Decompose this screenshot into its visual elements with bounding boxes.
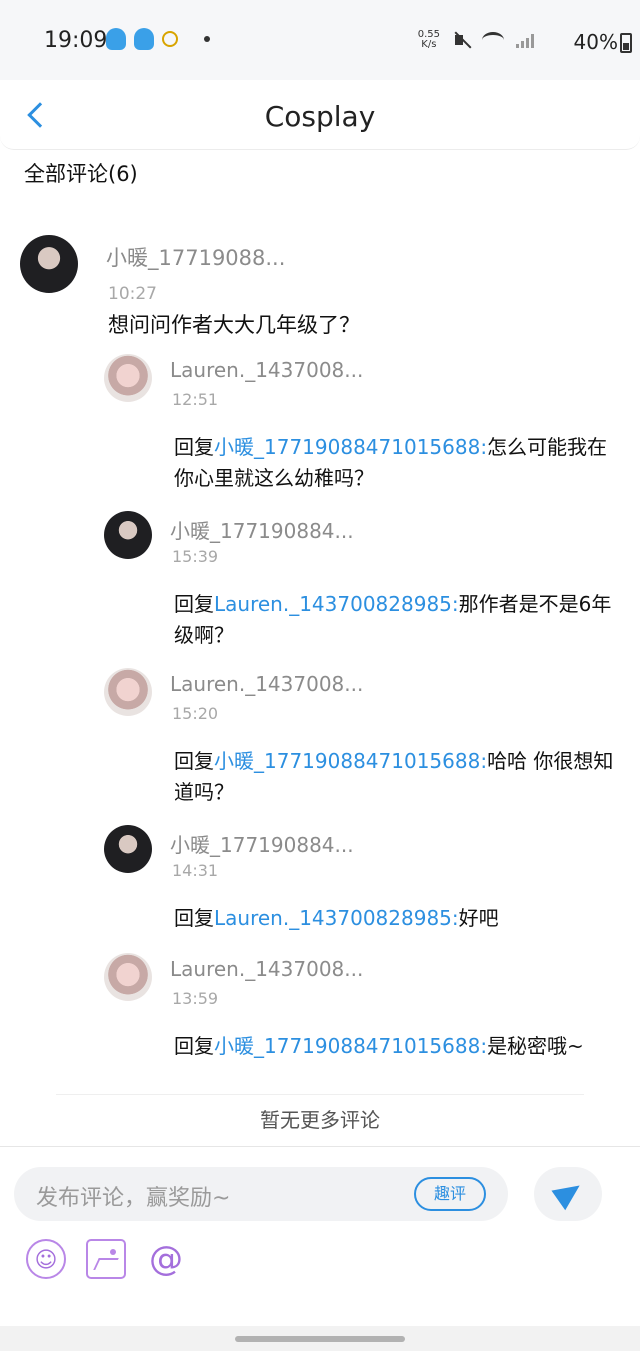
avatar[interactable]: [104, 825, 152, 873]
reply-author[interactable]: Lauren._1437008...: [170, 957, 363, 981]
header: Cosplay: [0, 80, 640, 150]
weibo-icon: [162, 31, 178, 47]
battery-percentage: 40%: [573, 30, 618, 54]
comment-composer: 发布评论，赢奖励~ 趣评 ☺ @: [0, 1146, 640, 1326]
reply-author[interactable]: Lauren._1437008...: [170, 358, 363, 382]
no-more-comments: 暂无更多评论: [260, 1108, 380, 1132]
comment-author[interactable]: 小暖_17719088...: [106, 242, 285, 272]
list-divider: [56, 1094, 584, 1095]
system-status-icons: 0.55 K/s: [418, 30, 534, 50]
comment-time: 10:27: [108, 284, 157, 304]
signal-icon: [516, 32, 534, 48]
reply-comment[interactable]: Lauren._1437008... 13:59 回复小暖_1771908847…: [0, 951, 640, 1071]
reply-prefix: 回复: [174, 435, 214, 459]
quick-reply-button[interactable]: 趣评: [414, 1177, 486, 1211]
reply-comment[interactable]: Lauren._1437008... 15:20 回复小暖_1771908847…: [0, 666, 640, 823]
battery-icon: [620, 33, 632, 53]
avatar[interactable]: [104, 668, 152, 716]
reply-comment[interactable]: 小暖_177190884... 15:39 回复Lauren._14370082…: [0, 509, 640, 666]
mute-icon: [452, 31, 470, 49]
qq-icon: [106, 28, 126, 50]
send-icon: [551, 1175, 587, 1211]
main-comment[interactable]: 小暖_17719088... 10:27 想问问作者大大几年级了？: [0, 232, 640, 352]
mention-link[interactable]: Lauren._143700828985:: [214, 906, 459, 930]
comment-placeholder: 发布评论，赢奖励~: [36, 1186, 231, 1211]
at-icon[interactable]: @: [146, 1239, 186, 1279]
emoji-icon[interactable]: ☺: [26, 1239, 66, 1279]
composer-tools: ☺ @: [26, 1239, 186, 1279]
more-notifications-dot: [204, 36, 210, 42]
reply-text[interactable]: 回复小暖_17719088471015688:怎么可能我在你心里就这么幼稚吗？: [174, 432, 626, 494]
reply-text[interactable]: 回复小暖_17719088471015688:是秘密哦~: [174, 1031, 626, 1062]
wifi-icon: [482, 32, 504, 48]
avatar[interactable]: [104, 354, 152, 402]
status-bar: 19:09 0.55 K/s 40%: [0, 0, 640, 80]
page-title: Cosplay: [264, 100, 376, 133]
reply-time: 13:59: [172, 989, 219, 1008]
comments-section-title: 全部评论(6): [24, 162, 138, 186]
mention-link[interactable]: 小暖_17719088471015688:: [214, 749, 487, 773]
mention-link[interactable]: Lauren._143700828985:: [214, 592, 459, 616]
reply-time: 12:51: [172, 390, 219, 409]
send-button[interactable]: [534, 1167, 602, 1221]
navigation-bar: [0, 1326, 640, 1351]
comment-list: 小暖_17719088... 10:27 想问问作者大大几年级了？ Lauren…: [0, 232, 640, 1071]
status-time: 19:09: [44, 28, 108, 53]
reply-text[interactable]: 回复Lauren._143700828985:那作者是不是6年级啊？: [174, 589, 626, 651]
reply-prefix: 回复: [174, 906, 214, 930]
comment-text[interactable]: 想问问作者大大几年级了？: [108, 310, 360, 341]
reply-prefix: 回复: [174, 592, 214, 616]
reply-body: 是秘密哦~: [487, 1034, 584, 1058]
reply-author[interactable]: 小暖_177190884...: [170, 515, 354, 544]
reply-author[interactable]: Lauren._1437008...: [170, 672, 363, 696]
avatar[interactable]: [104, 511, 152, 559]
reply-prefix: 回复: [174, 749, 214, 773]
reply-time: 15:39: [172, 547, 219, 566]
mention-link[interactable]: 小暖_17719088471015688:: [214, 435, 487, 459]
reply-time: 15:20: [172, 704, 219, 723]
comment-input[interactable]: 发布评论，赢奖励~ 趣评: [14, 1167, 508, 1221]
qq-icon: [134, 28, 154, 50]
image-icon[interactable]: [86, 1239, 126, 1279]
mention-link[interactable]: 小暖_17719088471015688:: [214, 1034, 487, 1058]
reply-comment[interactable]: 小暖_177190884... 14:31 回复Lauren._14370082…: [0, 823, 640, 951]
home-gesture-handle[interactable]: [235, 1336, 405, 1342]
reply-text[interactable]: 回复Lauren._143700828985:好吧: [174, 903, 626, 934]
reply-comment[interactable]: Lauren._1437008... 12:51 回复小暖_1771908847…: [0, 352, 640, 509]
notification-icons: [106, 28, 210, 50]
reply-body: 好吧: [458, 906, 499, 930]
reply-text[interactable]: 回复小暖_17719088471015688:哈哈 你很想知道吗？: [174, 746, 626, 808]
network-speed: 0.55 K/s: [417, 29, 440, 50]
reply-prefix: 回复: [174, 1034, 214, 1058]
avatar[interactable]: [104, 953, 152, 1001]
reply-author[interactable]: 小暖_177190884...: [170, 829, 354, 858]
reply-time: 14:31: [172, 861, 219, 880]
avatar[interactable]: [20, 235, 78, 293]
